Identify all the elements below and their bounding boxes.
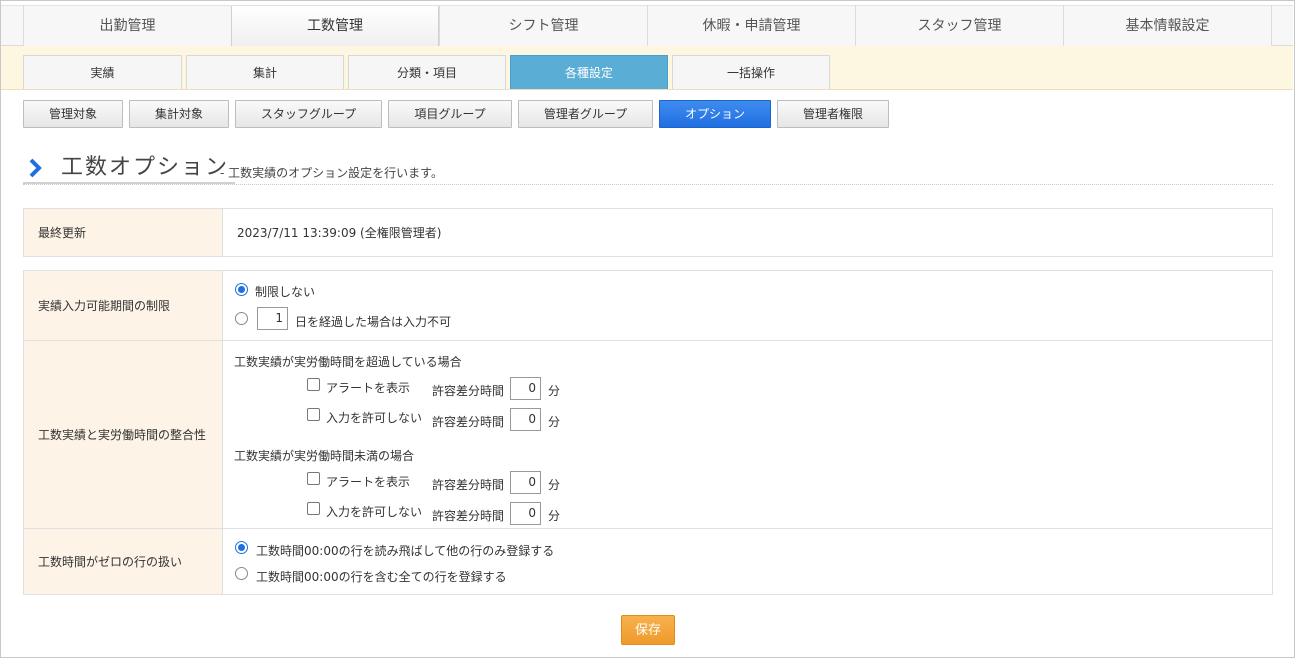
sub-nav: 実績 集計 分類・項目 各種設定 一括操作 [1, 46, 1293, 90]
save-button[interactable]: 保存 [621, 615, 675, 645]
over-deny-checkbox[interactable] [307, 408, 320, 421]
admin-group-button[interactable]: 管理者グループ [518, 100, 653, 128]
subtab-categories[interactable]: 分類・項目 [348, 55, 506, 89]
tab-leave[interactable]: 休暇・申請管理 [647, 6, 855, 46]
no-limit-label: 制限しない [255, 285, 316, 299]
over-deny-tolerance-input[interactable]: 0 [510, 408, 541, 431]
input-period-label: 実績入力可能期間の制限 [23, 270, 223, 341]
top-nav: 出勤管理 工数管理 シフト管理 休暇・申請管理 スタッフ管理 基本情報設定 [1, 5, 1293, 46]
subtab-results[interactable]: 実績 [23, 55, 182, 89]
zero-rows-cell: 工数時間00:00の行を読み飛ばして他の行のみ登録する 工数時間00:00の行を… [222, 528, 1273, 595]
page-heading: 工数オプション - 工数実績のオプション設定を行います。 [23, 152, 1273, 185]
tab-attendance[interactable]: 出勤管理 [23, 6, 231, 46]
consistency-cell: 工数実績が実労働時間を超過している場合 アラートを表示 許容差分時間 0 分 入… [222, 340, 1273, 529]
over-alert-unit: 分 [548, 384, 561, 398]
aggregate-target-button[interactable]: 集計対象 [129, 100, 229, 128]
over-alert-tolerance-input[interactable]: 0 [510, 377, 541, 400]
under-alert-tolerance-label: 許容差分時間 [432, 478, 505, 492]
over-alert-label: アラートを表示 [326, 381, 411, 395]
skip-zero-rows-radio[interactable] [235, 541, 248, 554]
under-deny-checkbox[interactable] [307, 502, 320, 515]
under-section-title: 工数実績が実労働時間未満の場合 [234, 449, 415, 463]
input-period-cell: 制限しない 1 日を経過した場合は入力不可 [222, 270, 1273, 341]
top-nav-filler [1271, 6, 1293, 45]
item-group-button[interactable]: 項目グループ [388, 100, 512, 128]
zero-rows-label: 工数時間がゼロの行の扱い [23, 528, 223, 595]
tab-basic-settings[interactable]: 基本情報設定 [1063, 6, 1271, 46]
over-deny-unit: 分 [548, 415, 561, 429]
include-zero-rows-radio[interactable] [235, 567, 248, 580]
under-deny-unit: 分 [548, 509, 561, 523]
under-alert-tolerance-input[interactable]: 0 [510, 471, 541, 494]
staff-group-button[interactable]: スタッフグループ [235, 100, 382, 128]
over-section-title: 工数実績が実労働時間を超過している場合 [234, 355, 462, 369]
option-button[interactable]: オプション [659, 100, 771, 128]
last-updated-label: 最終更新 [23, 208, 223, 257]
no-limit-radio[interactable] [235, 283, 248, 296]
days-limit-radio[interactable] [235, 312, 248, 325]
over-deny-tolerance-label: 許容差分時間 [432, 415, 505, 429]
tab-staff[interactable]: スタッフ管理 [855, 6, 1063, 46]
last-updated-table: 最終更新 2023/7/11 13:39:09 (全権限管理者) [23, 208, 1273, 257]
under-deny-tolerance-input[interactable]: 0 [510, 502, 541, 525]
over-alert-checkbox[interactable] [307, 378, 320, 391]
under-alert-checkbox[interactable] [307, 472, 320, 485]
options-table: 実績入力可能期間の制限 制限しない 1 日を経過した場合は入力不可 工数実績と実… [23, 270, 1273, 595]
consistency-label: 工数実績と実労働時間の整合性 [23, 340, 223, 529]
admin-permission-button[interactable]: 管理者権限 [777, 100, 889, 128]
managed-target-button[interactable]: 管理対象 [23, 100, 123, 128]
page-description: - 工数実績のオプション設定を行います。 [220, 166, 443, 180]
days-limit-input[interactable]: 1 [257, 307, 288, 330]
over-alert-tolerance-label: 許容差分時間 [432, 384, 505, 398]
tab-workload[interactable]: 工数管理 [231, 6, 439, 46]
days-limit-label: 日を経過した場合は入力不可 [295, 315, 452, 329]
under-alert-label: アラートを表示 [326, 475, 411, 489]
last-updated-value: 2023/7/11 13:39:09 (全権限管理者) [222, 208, 1273, 257]
under-deny-label: 入力を許可しない [326, 505, 423, 519]
tab-shift[interactable]: シフト管理 [439, 6, 647, 46]
subtab-settings[interactable]: 各種設定 [510, 55, 668, 89]
page-title: 工数オプション [23, 152, 236, 184]
include-zero-rows-label: 工数時間00:00の行を含む全ての行を登録する [256, 570, 507, 584]
over-deny-label: 入力を許可しない [326, 411, 423, 425]
under-deny-tolerance-label: 許容差分時間 [432, 509, 505, 523]
skip-zero-rows-label: 工数時間00:00の行を読み飛ばして他の行のみ登録する [256, 544, 555, 558]
under-alert-unit: 分 [548, 478, 561, 492]
subtab-bulk[interactable]: 一括操作 [672, 55, 830, 89]
subtab-summary[interactable]: 集計 [186, 55, 344, 89]
